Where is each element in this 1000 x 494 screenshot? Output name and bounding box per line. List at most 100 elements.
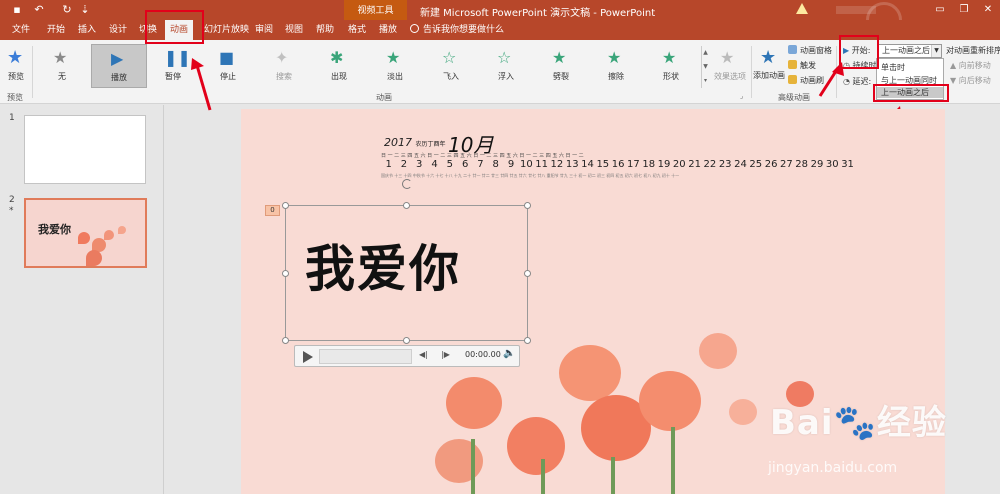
- volume-icon[interactable]: 🔈: [503, 348, 515, 359]
- resize-handle[interactable]: [282, 270, 289, 277]
- rose-decor: [86, 250, 102, 266]
- animation-order-badge[interactable]: 0: [265, 205, 280, 216]
- media-time: 00:00.00: [465, 350, 501, 359]
- calendar-year-sub: 农历丁酉年: [415, 141, 446, 148]
- anim-fade-button[interactable]: ★ 淡出: [367, 44, 423, 88]
- rose-decor: [699, 333, 737, 369]
- tab-slideshow[interactable]: 幻灯片放映: [204, 20, 249, 40]
- rose-decor: [78, 232, 90, 244]
- slide-thumbnail-1[interactable]: [24, 115, 146, 184]
- preview-button[interactable]: ★ 预览: [0, 44, 32, 88]
- anim-seek-button: ✦ 搜索: [256, 44, 312, 88]
- rose-decor: [559, 345, 621, 401]
- ribbon-options-icon[interactable]: ▭: [932, 2, 948, 18]
- anim-label: 播放: [111, 73, 127, 82]
- anim-play-button[interactable]: ▶ 播放: [91, 44, 147, 88]
- tab-home[interactable]: 开始: [47, 20, 65, 40]
- rose-decor: [104, 230, 114, 240]
- animation-pane-icon: [788, 45, 797, 54]
- add-animation-button[interactable]: ★ 添加动画: [752, 44, 786, 88]
- tab-help[interactable]: 帮助: [316, 20, 334, 40]
- add-animation-star-icon: ★: [760, 47, 777, 68]
- calendar-day: 8: [492, 159, 499, 170]
- move-earlier-label: 向前移动: [958, 61, 991, 70]
- rose-decor: [435, 439, 483, 483]
- calendar-day: 29: [810, 159, 824, 170]
- calendar-weekdays: 日 一 二 三 四 五 六 日 一 二 三 四 五 六 日 一 二 三 四 五 …: [381, 153, 584, 159]
- calendar-day: 25: [749, 159, 763, 170]
- calendar-day: 15: [596, 159, 610, 170]
- calendar-days: 1 2 3 4 5 6 7 8 9 10 11 12 13 14 15 16 17 18 19 20 21 22 23 24 2…: [381, 159, 855, 170]
- tab-playback[interactable]: 播放: [379, 20, 397, 40]
- slide-number: 2: [9, 195, 15, 205]
- resize-handle[interactable]: [524, 270, 531, 277]
- tab-file[interactable]: 文件: [12, 20, 30, 40]
- warning-icon[interactable]: [796, 3, 808, 14]
- sign-in-area[interactable]: [836, 6, 876, 14]
- resize-handle[interactable]: [282, 337, 289, 344]
- undo-icon[interactable]: ↶: [32, 3, 46, 17]
- resize-handle[interactable]: [282, 202, 289, 209]
- resize-handle[interactable]: [403, 202, 410, 209]
- anim-split-button[interactable]: ★ 劈裂: [533, 44, 589, 88]
- step-forward-icon[interactable]: |▶: [441, 350, 450, 359]
- media-controls: ◀| |▶ 00:00.00 🔈: [294, 345, 520, 367]
- calendar-day: 19: [657, 159, 671, 170]
- delay-label: 延迟:: [852, 77, 872, 86]
- slide-main-text[interactable]: 我爱你: [305, 229, 461, 301]
- resize-handle[interactable]: [524, 337, 531, 344]
- resize-handle[interactable]: [403, 337, 410, 344]
- float-in-icon: ☆: [497, 48, 512, 67]
- stem-decor: [541, 459, 545, 494]
- close-icon[interactable]: ✕: [980, 2, 996, 18]
- media-progress-bar[interactable]: [319, 349, 412, 364]
- trigger-button[interactable]: 触发: [788, 60, 816, 72]
- calendar-lunar: 国庆节 十三 十四 中秋节 十六 十七 十八 十九 二十 廿一 廿二 廿三 廿四…: [381, 173, 680, 178]
- anim-appear-button[interactable]: ✱ 出现: [311, 44, 367, 88]
- resize-handle[interactable]: [524, 202, 531, 209]
- tell-me-search[interactable]: 告诉我你想要做什么: [410, 20, 504, 40]
- calendar-day: 12: [550, 159, 564, 170]
- tab-insert[interactable]: 插入: [78, 20, 96, 40]
- up-arrow-icon: ▲: [950, 61, 959, 70]
- tab-format[interactable]: 格式: [348, 20, 366, 40]
- baidu-watermark-url: jingyan.baidu.com: [768, 460, 898, 476]
- tab-review[interactable]: 审阅: [255, 20, 273, 40]
- start-select[interactable]: 上一动画之后 ▼: [878, 44, 942, 58]
- appear-icon: ✱: [330, 48, 344, 67]
- save-icon[interactable]: ▪: [10, 3, 24, 17]
- calendar-day: 11: [535, 159, 548, 170]
- anim-fly-in-button[interactable]: ☆ 飞入: [423, 44, 479, 88]
- anim-float-in-button[interactable]: ☆ 浮入: [478, 44, 534, 88]
- wipe-icon: ★: [607, 48, 622, 67]
- animation-pane-button[interactable]: 动画窗格: [788, 45, 832, 57]
- anim-wipe-button[interactable]: ★ 擦除: [588, 44, 644, 88]
- calendar-day: 23: [718, 159, 732, 170]
- tab-view[interactable]: 视图: [285, 20, 303, 40]
- dialog-launcher-icon[interactable]: ⌟: [740, 92, 743, 100]
- calendar-year: 2017 农历丁酉年: [384, 136, 446, 149]
- restore-icon[interactable]: ❐: [956, 2, 972, 18]
- highlight-box-option: [873, 84, 949, 102]
- anim-none-button[interactable]: ★ 无: [34, 44, 90, 88]
- play-icon: ▶: [111, 49, 124, 68]
- anim-shape-button[interactable]: ★ 形状: [643, 44, 699, 88]
- shape-icon: ★: [662, 48, 677, 67]
- baidu-watermark-logo: Bai🐾经验: [770, 403, 947, 443]
- play-icon[interactable]: [303, 351, 313, 363]
- slide-number: 1: [9, 113, 15, 123]
- rose-decor: [729, 399, 757, 425]
- step-back-icon[interactable]: ◀|: [419, 350, 428, 359]
- pause-icon: ❚❚: [164, 48, 191, 67]
- calendar-day: 5: [446, 159, 454, 170]
- tab-design[interactable]: 设计: [109, 20, 127, 40]
- calendar-day: 26: [764, 159, 778, 170]
- customize-qat-icon[interactable]: ⇣: [78, 3, 92, 17]
- down-arrow-icon: ▼: [950, 76, 959, 85]
- rotate-handle-icon[interactable]: [402, 179, 412, 189]
- redo-icon[interactable]: ↻: [60, 3, 74, 17]
- calendar-day: 10: [519, 159, 533, 170]
- slide-thumbnail-2[interactable]: 我爱你: [24, 198, 147, 268]
- animation-pane-label: 动画窗格: [800, 46, 832, 55]
- option-on-click[interactable]: 单击时: [881, 62, 905, 73]
